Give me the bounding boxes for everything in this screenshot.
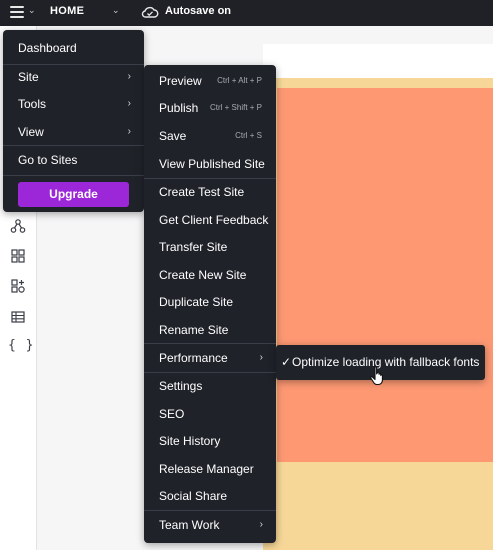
menu-item-settings[interactable]: Settings xyxy=(144,372,276,400)
page-header-section[interactable] xyxy=(263,44,493,78)
menu-item-tools[interactable]: Tools › xyxy=(3,90,144,118)
upgrade-button[interactable]: Upgrade xyxy=(18,182,129,207)
connections-icon[interactable] xyxy=(10,218,26,234)
chevron-down-icon[interactable]: ⌄ xyxy=(28,5,36,16)
menu-item-release-manager[interactable]: Release Manager xyxy=(144,455,276,483)
chevron-right-icon: › xyxy=(259,519,263,530)
menu-item-label: Preview xyxy=(159,74,202,88)
menu-item-label: Settings xyxy=(159,379,203,393)
menu-item-view-published-site[interactable]: View Published Site xyxy=(144,150,276,178)
menu-item-performance[interactable]: Performance › xyxy=(144,344,276,372)
menu-item-label: SEO xyxy=(159,407,185,421)
main-menu: Dashboard Site › Tools › View › Go to Si… xyxy=(3,30,144,212)
shortcut-hint: Ctrl + Alt + P xyxy=(217,76,262,85)
menu-item-duplicate-site[interactable]: Duplicate Site xyxy=(144,288,276,316)
menu-item-site-history[interactable]: Site History xyxy=(144,427,276,455)
shortcut-hint: Ctrl + S xyxy=(235,131,262,140)
chevron-right-icon: › xyxy=(127,98,131,109)
menu-item-seo[interactable]: SEO xyxy=(144,400,276,428)
menu-item-label: Rename Site xyxy=(159,323,229,337)
chevron-down-icon[interactable]: ⌄ xyxy=(112,5,120,16)
table-icon[interactable] xyxy=(10,309,26,325)
menu-item-view[interactable]: View › xyxy=(3,118,144,146)
menu-item-label: Duplicate Site xyxy=(159,295,234,309)
menu-item-create-new-site[interactable]: Create New Site xyxy=(144,261,276,289)
menu-item-go-to-sites[interactable]: Go to Sites xyxy=(3,146,144,174)
menu-item-rename-site[interactable]: Rename Site xyxy=(144,316,276,344)
checkmark-icon: ✓ xyxy=(281,355,292,369)
page-selector[interactable]: HOME xyxy=(50,5,84,17)
apps-grid-icon[interactable] xyxy=(10,248,26,264)
menu-item-label: Social Share xyxy=(159,489,228,503)
chevron-right-icon: › xyxy=(127,71,131,82)
menu-item-label: Site History xyxy=(159,434,221,448)
menu-item-label: Tools xyxy=(18,97,47,111)
menu-item-create-test-site[interactable]: Create Test Site xyxy=(144,178,276,206)
menu-item-label: Team Work xyxy=(159,518,220,532)
shortcut-hint: Ctrl + Shift + P xyxy=(209,103,262,112)
menu-item-site[interactable]: Site › xyxy=(3,63,144,91)
menu-item-label: Site xyxy=(18,70,39,84)
menu-item-label: Release Manager xyxy=(159,462,254,476)
cloud-icon xyxy=(141,6,159,18)
menu-item-label: Go to Sites xyxy=(18,153,78,167)
menu-item-transfer-site[interactable]: Transfer Site xyxy=(144,233,276,261)
menu-item-label: Transfer Site xyxy=(159,240,228,254)
menu-item-team-work[interactable]: Team Work › xyxy=(144,511,276,539)
divider xyxy=(3,175,144,176)
autosave-status: Autosave on xyxy=(165,5,232,17)
chevron-right-icon: › xyxy=(127,126,131,137)
menu-item-label: Dashboard xyxy=(18,41,77,55)
add-components-icon[interactable] xyxy=(10,278,26,294)
page-hero-section[interactable] xyxy=(277,88,493,462)
menu-item-preview[interactable]: Preview Ctrl + Alt + P xyxy=(144,67,276,95)
menu-item-label: Create New Site xyxy=(159,268,247,282)
hand-pointer-cursor-icon xyxy=(370,366,383,386)
menu-item-label: Performance xyxy=(159,351,228,365)
hamburger-icon[interactable] xyxy=(10,6,24,19)
menu-item-social-share[interactable]: Social Share xyxy=(144,482,276,510)
page-footer-section[interactable] xyxy=(263,462,493,550)
page-strip-section[interactable] xyxy=(263,78,493,88)
chevron-right-icon: › xyxy=(259,352,263,363)
menu-item-label: Create Test Site xyxy=(159,185,245,199)
menu-item-publish[interactable]: Publish Ctrl + Shift + P xyxy=(144,94,276,122)
menu-item-label: Publish xyxy=(159,101,199,115)
menu-item-label: View Published Site xyxy=(159,157,265,171)
menu-item-label: View xyxy=(18,125,44,139)
menu-item-get-client-feedback[interactable]: Get Client Feedback xyxy=(144,206,276,234)
menu-item-label: Get Client Feedback xyxy=(159,213,269,227)
top-bar: ⌄ HOME ⌄ Autosave on xyxy=(0,0,493,26)
code-braces-icon[interactable]: { } xyxy=(8,338,34,353)
menu-item-dashboard[interactable]: Dashboard xyxy=(3,34,144,62)
site-submenu: Preview Ctrl + Alt + P Publish Ctrl + Sh… xyxy=(144,65,276,543)
menu-item-save[interactable]: Save Ctrl + S xyxy=(144,122,276,150)
menu-item-label: Save xyxy=(159,129,187,143)
